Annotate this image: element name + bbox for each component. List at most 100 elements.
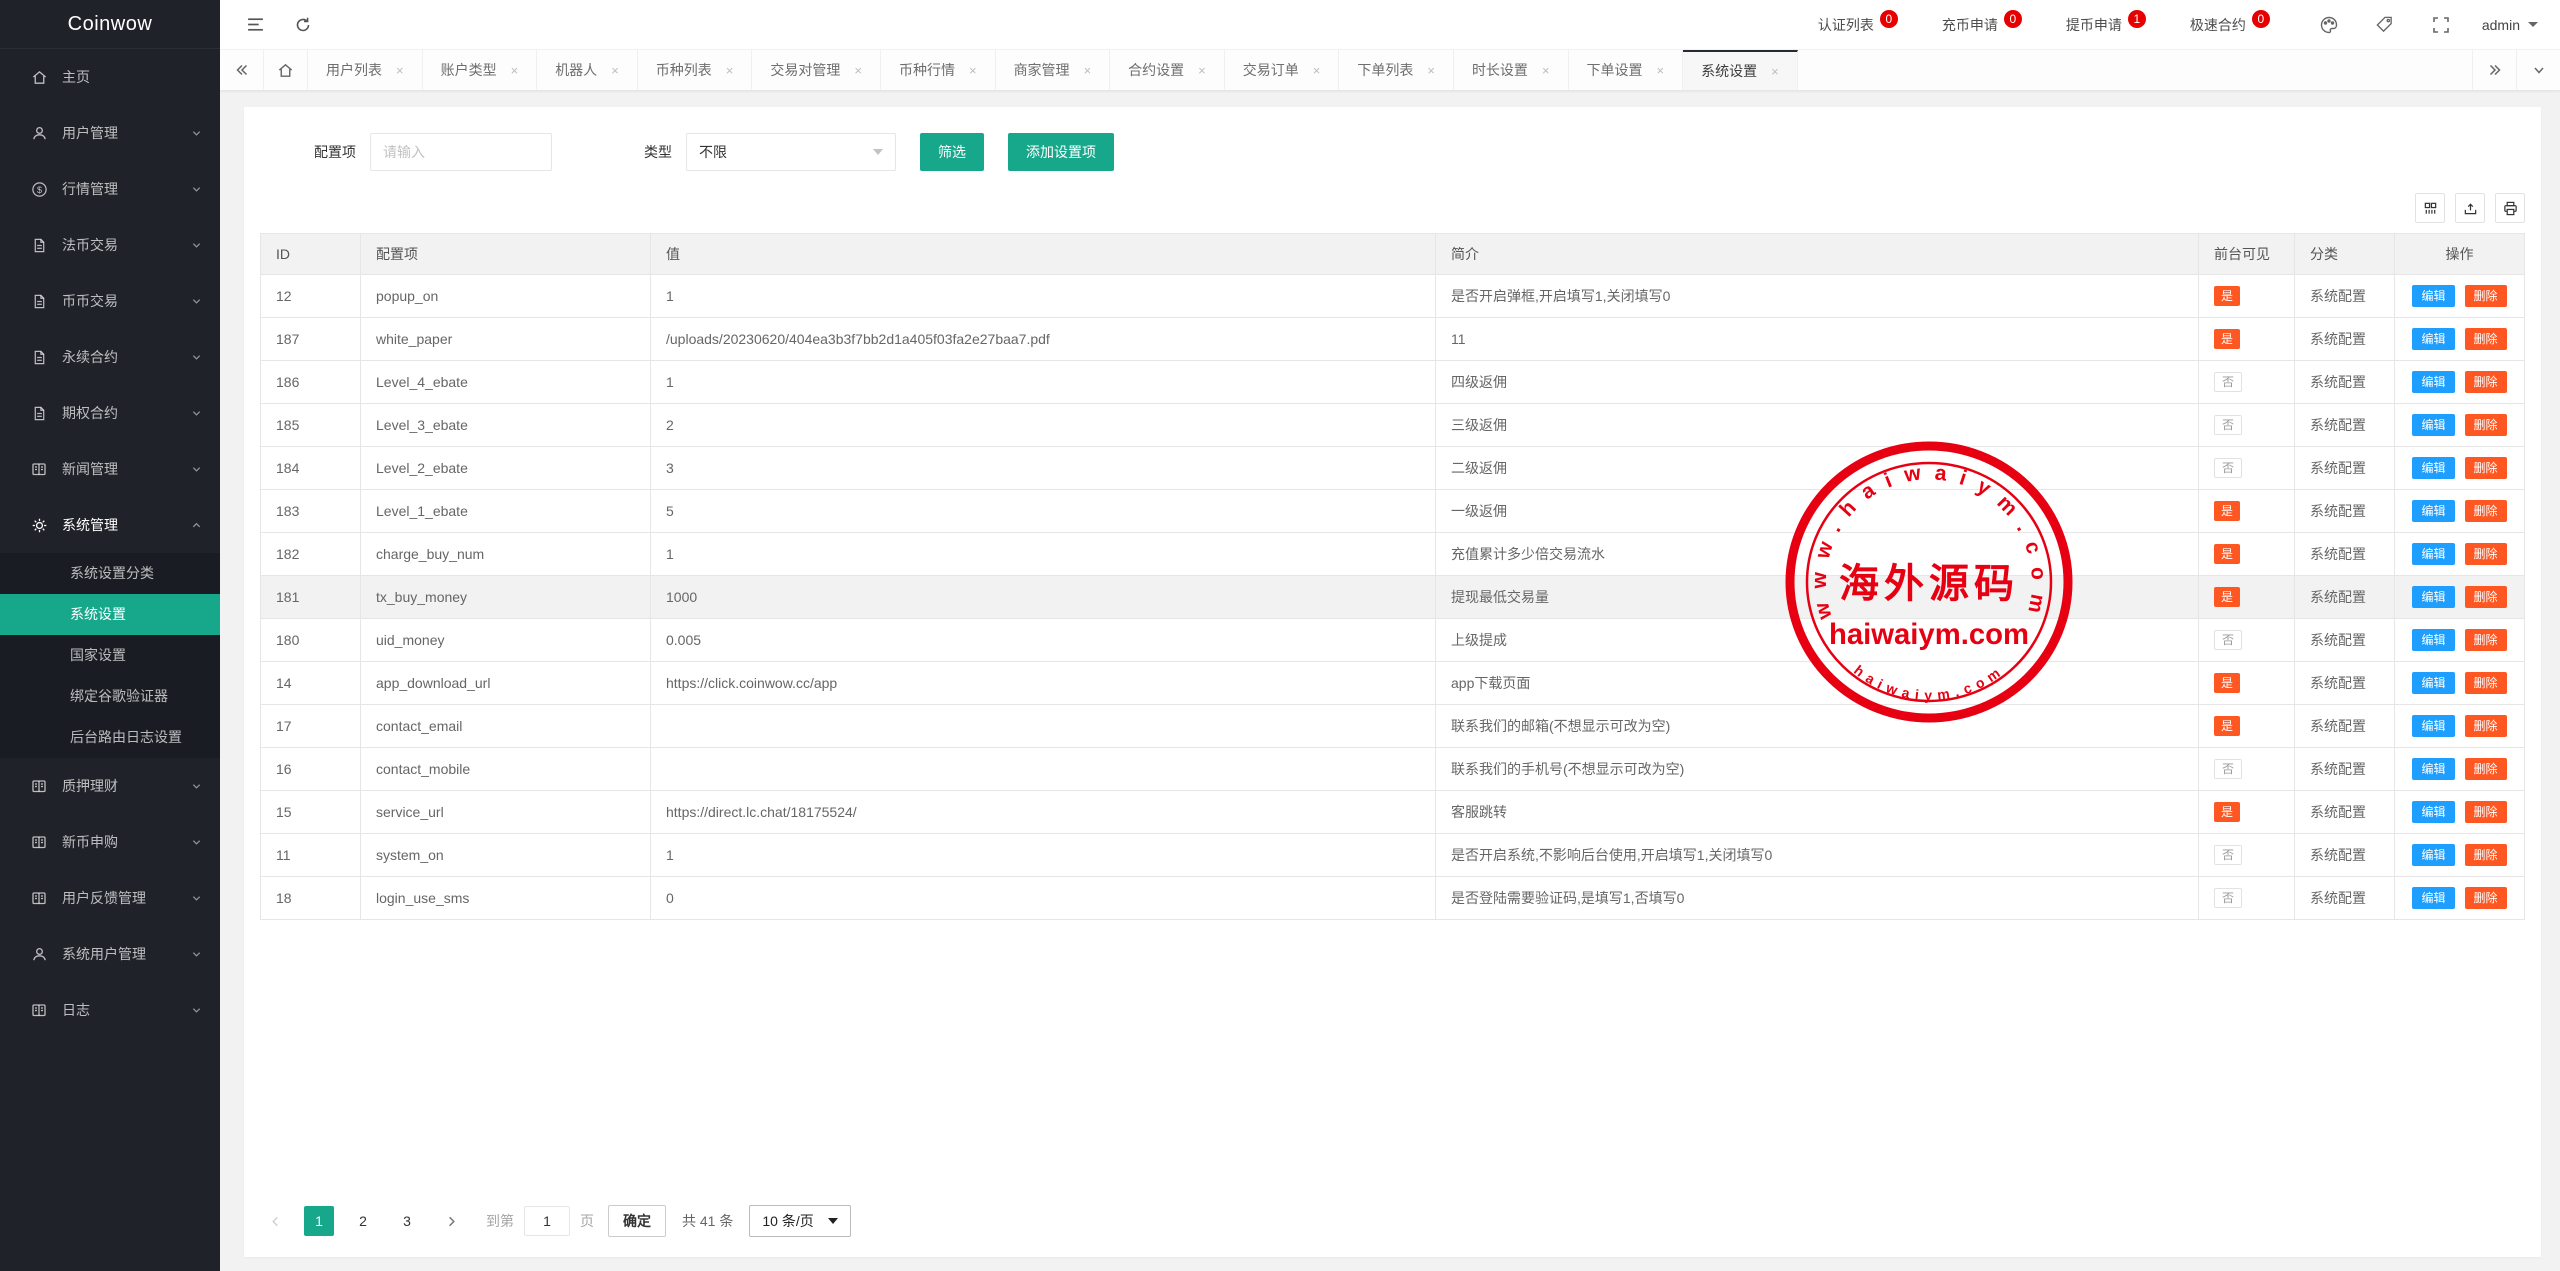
- delete-button[interactable]: 删除: [2464, 672, 2507, 694]
- sidebar-item-market-mgmt[interactable]: $ 行情管理: [0, 161, 220, 217]
- tabs-scroll-left-icon[interactable]: [220, 50, 264, 90]
- tab-close-icon[interactable]: ×: [1313, 63, 1321, 78]
- header-shortcut-auth-list[interactable]: 认证列表 0: [1818, 9, 1898, 35]
- delete-button[interactable]: 删除: [2464, 328, 2507, 350]
- tab-7[interactable]: 合约设置 ×: [1110, 50, 1225, 90]
- header-shortcut-fast-contract[interactable]: 极速合约 0: [2190, 9, 2270, 35]
- tag-icon[interactable]: [2370, 10, 2400, 40]
- sidebar-subitem-system-settings[interactable]: 系统设置: [0, 594, 220, 635]
- config-key-input[interactable]: [370, 133, 552, 171]
- tab-3[interactable]: 币种列表 ×: [638, 50, 753, 90]
- tab-11[interactable]: 下单设置 ×: [1569, 50, 1684, 90]
- sidebar-item-news-mgmt[interactable]: 新闻管理: [0, 441, 220, 497]
- delete-button[interactable]: 删除: [2464, 414, 2507, 436]
- sidebar-item-fiat-trade[interactable]: 法币交易: [0, 217, 220, 273]
- sidebar-item-new-coin-subscribe[interactable]: 新币申购: [0, 814, 220, 870]
- page-size-select[interactable]: 10 条/页: [749, 1205, 851, 1237]
- edit-button[interactable]: 编辑: [2412, 285, 2455, 307]
- refresh-icon[interactable]: [286, 8, 320, 42]
- edit-button[interactable]: 编辑: [2412, 629, 2455, 651]
- tab-close-icon[interactable]: ×: [1771, 64, 1779, 79]
- filter-button[interactable]: 筛选: [920, 133, 984, 171]
- edit-button[interactable]: 编辑: [2412, 500, 2455, 522]
- sidebar-item-home[interactable]: 主页: [0, 49, 220, 105]
- delete-button[interactable]: 删除: [2464, 758, 2507, 780]
- tab-close-icon[interactable]: ×: [1427, 63, 1435, 78]
- home-tab-icon[interactable]: [264, 50, 308, 90]
- header-shortcut-deposit-request[interactable]: 充币申请 0: [1942, 9, 2022, 35]
- tab-close-icon[interactable]: ×: [854, 63, 862, 78]
- tab-8[interactable]: 交易订单 ×: [1225, 50, 1340, 90]
- prev-page-icon[interactable]: [260, 1206, 290, 1236]
- delete-button[interactable]: 删除: [2464, 457, 2507, 479]
- edit-button[interactable]: 编辑: [2412, 328, 2455, 350]
- edit-button[interactable]: 编辑: [2412, 844, 2455, 866]
- type-select[interactable]: 不限: [686, 133, 896, 171]
- edit-button[interactable]: 编辑: [2412, 801, 2455, 823]
- sidebar-item-staking-finance[interactable]: 质押理财: [0, 758, 220, 814]
- tab-0[interactable]: 用户列表 ×: [308, 50, 423, 90]
- delete-button[interactable]: 删除: [2464, 285, 2507, 307]
- tab-1[interactable]: 账户类型 ×: [423, 50, 538, 90]
- sidebar-subitem-country-settings[interactable]: 国家设置: [0, 635, 220, 676]
- page-button-1[interactable]: 1: [304, 1206, 334, 1236]
- fullscreen-icon[interactable]: [2426, 10, 2456, 40]
- edit-button[interactable]: 编辑: [2412, 758, 2455, 780]
- sidebar-item-system-mgmt[interactable]: 系统管理: [0, 497, 220, 553]
- delete-button[interactable]: 删除: [2464, 887, 2507, 909]
- sidebar-item-perpetual-contract[interactable]: 永续合约: [0, 329, 220, 385]
- delete-button[interactable]: 删除: [2464, 371, 2507, 393]
- export-icon[interactable]: [2455, 193, 2485, 223]
- next-page-icon[interactable]: [436, 1206, 466, 1236]
- sidebar-item-option-contract[interactable]: 期权合约: [0, 385, 220, 441]
- sidebar-item-user-feedback-mgmt[interactable]: 用户反馈管理: [0, 870, 220, 926]
- sidebar-subitem-bind-google-auth[interactable]: 绑定谷歌验证器: [0, 676, 220, 717]
- tab-2[interactable]: 机器人 ×: [537, 50, 638, 90]
- tab-close-icon[interactable]: ×: [969, 63, 977, 78]
- tab-6[interactable]: 商家管理 ×: [996, 50, 1111, 90]
- tab-4[interactable]: 交易对管理 ×: [752, 50, 881, 90]
- tab-close-icon[interactable]: ×: [511, 63, 519, 78]
- page-button-2[interactable]: 2: [348, 1206, 378, 1236]
- theme-palette-icon[interactable]: [2314, 10, 2344, 40]
- tabs-scroll-right-icon[interactable]: [2472, 50, 2516, 90]
- edit-button[interactable]: 编辑: [2412, 887, 2455, 909]
- goto-page-input[interactable]: [524, 1206, 570, 1236]
- tab-close-icon[interactable]: ×: [396, 63, 404, 78]
- filter-columns-icon[interactable]: [2415, 193, 2445, 223]
- tab-close-icon[interactable]: ×: [1542, 63, 1550, 78]
- delete-button[interactable]: 删除: [2464, 543, 2507, 565]
- edit-button[interactable]: 编辑: [2412, 371, 2455, 393]
- add-setting-button[interactable]: 添加设置项: [1008, 133, 1114, 171]
- goto-confirm-button[interactable]: 确定: [608, 1205, 666, 1237]
- delete-button[interactable]: 删除: [2464, 715, 2507, 737]
- tab-close-icon[interactable]: ×: [1084, 63, 1092, 78]
- sidebar-subitem-system-setting-category[interactable]: 系统设置分类: [0, 553, 220, 594]
- delete-button[interactable]: 删除: [2464, 586, 2507, 608]
- tab-9[interactable]: 下单列表 ×: [1339, 50, 1454, 90]
- sidebar-item-logs[interactable]: 日志: [0, 982, 220, 1038]
- sidebar-item-coin-trade[interactable]: 币币交易: [0, 273, 220, 329]
- header-shortcut-withdraw-request[interactable]: 提币申请 1: [2066, 9, 2146, 35]
- edit-button[interactable]: 编辑: [2412, 715, 2455, 737]
- edit-button[interactable]: 编辑: [2412, 457, 2455, 479]
- tab-close-icon[interactable]: ×: [611, 63, 619, 78]
- tab-12[interactable]: 系统设置 ×: [1683, 50, 1798, 90]
- sidebar-subitem-backend-route-log[interactable]: 后台路由日志设置: [0, 717, 220, 758]
- delete-button[interactable]: 删除: [2464, 500, 2507, 522]
- tab-10[interactable]: 时长设置 ×: [1454, 50, 1569, 90]
- sidebar-item-system-user-mgmt[interactable]: 系统用户管理: [0, 926, 220, 982]
- edit-button[interactable]: 编辑: [2412, 414, 2455, 436]
- tabs-menu-icon[interactable]: [2516, 50, 2560, 90]
- page-button-3[interactable]: 3: [392, 1206, 422, 1236]
- tab-5[interactable]: 币种行情 ×: [881, 50, 996, 90]
- collapse-sidebar-icon[interactable]: [238, 8, 272, 42]
- user-menu[interactable]: admin: [2482, 17, 2538, 33]
- edit-button[interactable]: 编辑: [2412, 586, 2455, 608]
- delete-button[interactable]: 删除: [2464, 629, 2507, 651]
- edit-button[interactable]: 编辑: [2412, 543, 2455, 565]
- edit-button[interactable]: 编辑: [2412, 672, 2455, 694]
- delete-button[interactable]: 删除: [2464, 844, 2507, 866]
- tab-close-icon[interactable]: ×: [726, 63, 734, 78]
- sidebar-item-user-mgmt[interactable]: 用户管理: [0, 105, 220, 161]
